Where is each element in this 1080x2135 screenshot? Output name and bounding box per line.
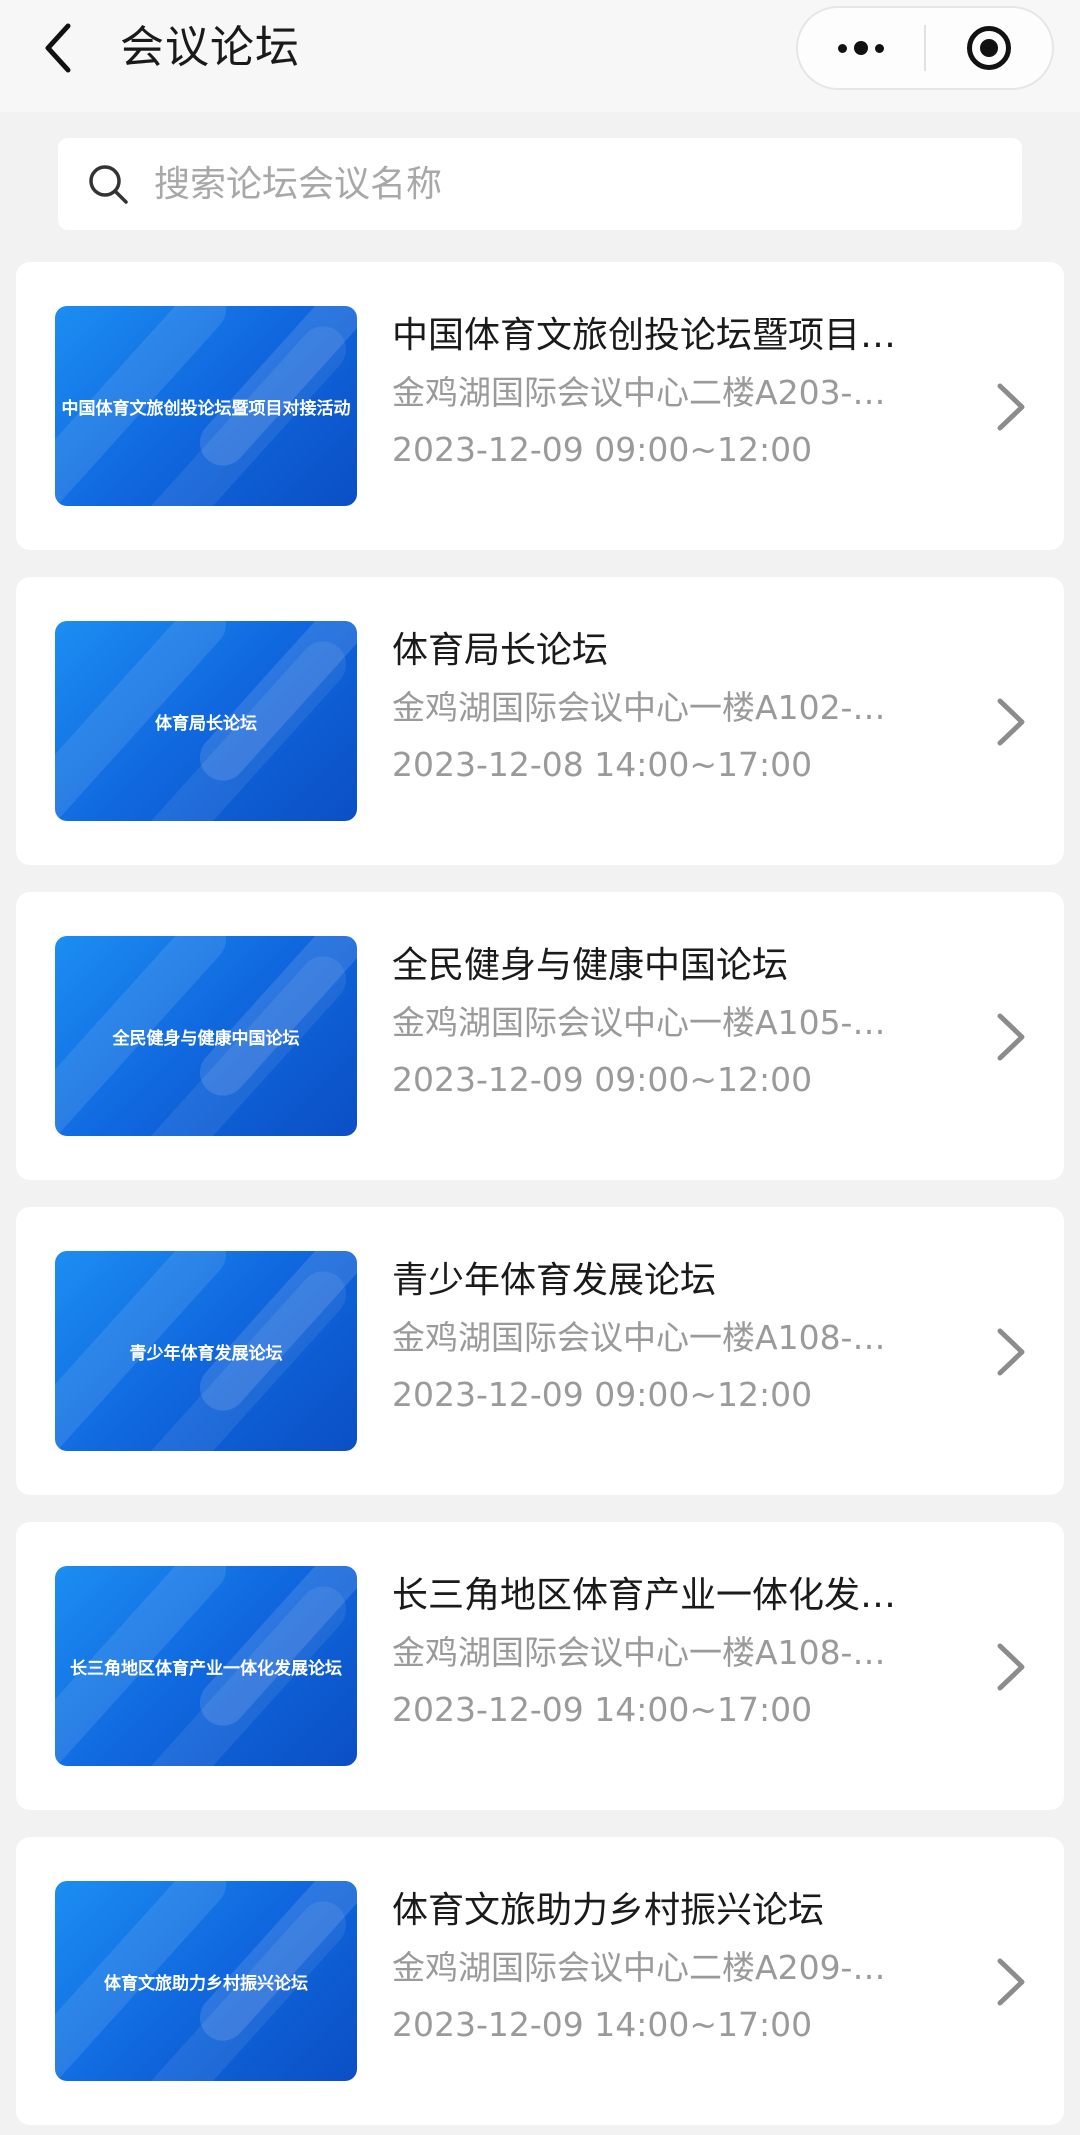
forum-location: 金鸡湖国际会议中心一楼A102-…	[392, 688, 886, 727]
forum-card[interactable]: 长三角地区体育产业一体化发展论坛 长三角地区体育产业一体化发… 金鸡湖国际会议中…	[16, 1522, 1064, 1810]
chevron-right-icon	[997, 383, 1025, 431]
forum-card[interactable]: 体育文旅助力乡村振兴论坛 体育文旅助力乡村振兴论坛 金鸡湖国际会议中心二楼A20…	[16, 1837, 1064, 2125]
target-circle-icon	[967, 26, 1011, 70]
search-area	[0, 112, 1080, 230]
forum-time: 2023-12-09 14:00~17:00	[392, 2005, 813, 2044]
forum-time: 2023-12-09 14:00~17:00	[392, 1690, 813, 1729]
forum-card[interactable]: 青少年体育发展论坛 青少年体育发展论坛 金鸡湖国际会议中心一楼A108-… 20…	[16, 1207, 1064, 1495]
forum-title: 体育局长论坛	[392, 630, 609, 671]
forum-cover-image: 中国体育文旅创投论坛暨项目对接活动	[55, 306, 357, 506]
more-button[interactable]	[798, 8, 924, 88]
forum-card[interactable]: 全民健身与健康中国论坛 全民健身与健康中国论坛 金鸡湖国际会议中心一楼A105-…	[16, 892, 1064, 1180]
forum-location: 金鸡湖国际会议中心一楼A108-…	[392, 1633, 886, 1672]
forum-title: 长三角地区体育产业一体化发…	[392, 1575, 897, 1616]
forum-info: 青少年体育发展论坛 金鸡湖国际会议中心一楼A108-… 2023-12-09 0…	[392, 1257, 932, 1419]
back-button[interactable]	[28, 18, 88, 78]
chevron-right-icon	[997, 698, 1025, 746]
forum-title: 中国体育文旅创投论坛暨项目…	[392, 315, 897, 356]
chevron-right-icon	[997, 1013, 1025, 1061]
more-dots-icon	[838, 41, 884, 55]
forum-cover-image: 青少年体育发展论坛	[55, 1251, 357, 1451]
chevron-right-icon	[997, 1643, 1025, 1691]
close-miniprogram-button[interactable]	[926, 8, 1052, 88]
forum-info: 全民健身与健康中国论坛 金鸡湖国际会议中心一楼A105-… 2023-12-09…	[392, 942, 932, 1104]
chevron-right-icon	[997, 1958, 1025, 2006]
forum-card[interactable]: 体育局长论坛 体育局长论坛 金鸡湖国际会议中心一楼A102-… 2023-12-…	[16, 577, 1064, 865]
forum-location: 金鸡湖国际会议中心一楼A108-…	[392, 1318, 886, 1357]
forum-list: 中国体育文旅创投论坛暨项目对接活动 中国体育文旅创投论坛暨项目… 金鸡湖国际会议…	[0, 230, 1080, 2125]
forum-time: 2023-12-09 09:00~12:00	[392, 1375, 813, 1414]
forum-info: 体育文旅助力乡村振兴论坛 金鸡湖国际会议中心二楼A209-… 2023-12-0…	[392, 1887, 932, 2049]
mini-program-capsule	[796, 6, 1054, 90]
forum-location: 金鸡湖国际会议中心二楼A203-…	[392, 373, 886, 412]
forum-title: 体育文旅助力乡村振兴论坛	[392, 1890, 825, 1931]
cover-title: 中国体育文旅创投论坛暨项目对接活动	[61, 398, 351, 419]
forum-info: 中国体育文旅创投论坛暨项目… 金鸡湖国际会议中心二楼A203-… 2023-12…	[392, 312, 932, 474]
search-bar[interactable]	[58, 138, 1022, 230]
forum-cover-image: 体育文旅助力乡村振兴论坛	[55, 1881, 357, 2081]
forum-title: 全民健身与健康中国论坛	[392, 945, 789, 986]
forum-location: 金鸡湖国际会议中心二楼A209-…	[392, 1948, 886, 1987]
forum-info: 体育局长论坛 金鸡湖国际会议中心一楼A102-… 2023-12-08 14:0…	[392, 627, 932, 789]
forum-time: 2023-12-09 09:00~12:00	[392, 430, 813, 469]
forum-location: 金鸡湖国际会议中心一楼A105-…	[392, 1003, 886, 1042]
page-title: 会议论坛	[120, 22, 300, 73]
nav-bar: 会议论坛	[0, 0, 1080, 112]
chevron-right-icon	[997, 1328, 1025, 1376]
forum-cover-image: 全民健身与健康中国论坛	[55, 936, 357, 1136]
forum-info: 长三角地区体育产业一体化发… 金鸡湖国际会议中心一楼A108-… 2023-12…	[392, 1572, 932, 1734]
forum-time: 2023-12-09 09:00~12:00	[392, 1060, 813, 1099]
forum-cover-image: 体育局长论坛	[55, 621, 357, 821]
cover-title: 体育文旅助力乡村振兴论坛	[104, 1973, 308, 1994]
forum-card[interactable]: 中国体育文旅创投论坛暨项目对接活动 中国体育文旅创投论坛暨项目… 金鸡湖国际会议…	[16, 262, 1064, 550]
search-input[interactable]	[152, 162, 956, 206]
search-icon	[89, 165, 128, 204]
cover-title: 体育局长论坛	[155, 713, 257, 734]
cover-title: 全民健身与健康中国论坛	[112, 1028, 300, 1049]
cover-title: 青少年体育发展论坛	[129, 1343, 283, 1364]
forum-cover-image: 长三角地区体育产业一体化发展论坛	[55, 1566, 357, 1766]
forum-title: 青少年体育发展论坛	[392, 1260, 717, 1301]
cover-title: 长三角地区体育产业一体化发展论坛	[70, 1658, 342, 1679]
chevron-left-icon	[45, 23, 71, 73]
forum-time: 2023-12-08 14:00~17:00	[392, 745, 813, 784]
